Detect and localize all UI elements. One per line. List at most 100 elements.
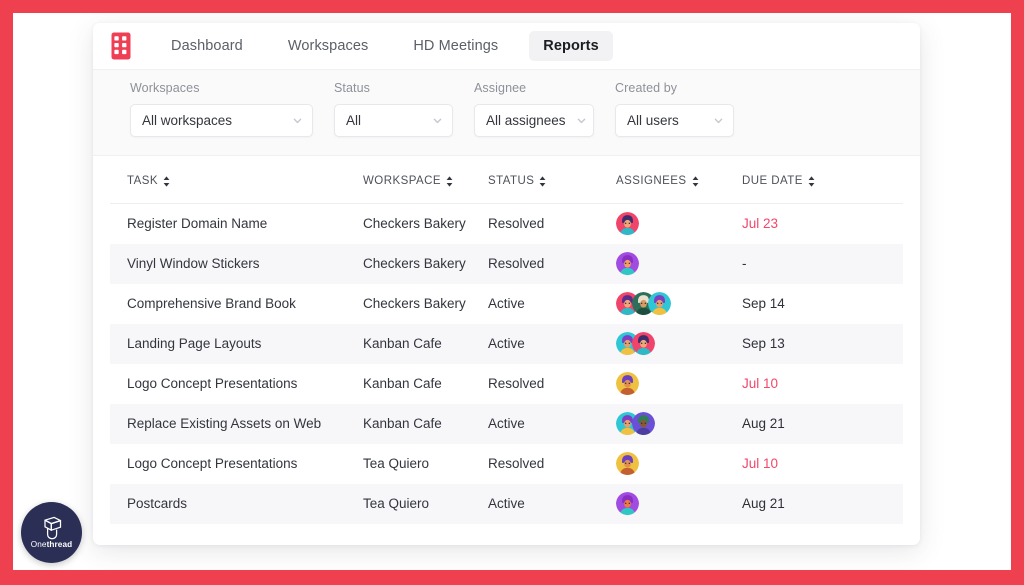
onethread-watermark-badge: Onethread: [21, 502, 82, 563]
cell-task[interactable]: Postcards: [110, 483, 363, 524]
top-navigation: Dashboard Workspaces HD Meetings Reports: [93, 23, 920, 70]
cell-assignees[interactable]: [616, 364, 742, 404]
cell-workspace: Checkers Bakery: [363, 243, 488, 284]
sort-arrows-icon[interactable]: [692, 175, 699, 187]
nav-tab-list: Dashboard Workspaces HD Meetings Reports: [157, 31, 630, 61]
filter-group-created-by: Created by All users: [615, 81, 734, 137]
cell-assignees[interactable]: [616, 323, 742, 364]
cell-task[interactable]: Logo Concept Presentations: [110, 444, 363, 484]
column-header-label-workspace: WORKSPACE: [363, 175, 441, 187]
column-header-workspace[interactable]: WORKSPACE: [363, 156, 488, 204]
nav-tab-hd-meetings[interactable]: HD Meetings: [399, 31, 512, 61]
table-row[interactable]: Vinyl Window Stickers Checkers Bakery Reso…: [110, 243, 903, 284]
cell-workspace: Kanban Cafe: [363, 323, 488, 364]
cell-status: Resolved: [488, 456, 545, 471]
avatar: [616, 252, 639, 275]
cell-workspace: Kanban Cafe: [363, 376, 442, 391]
reports-table: TASK WORKSPACE STATUS ASSIGNEES DUE DATE Reg…: [110, 156, 903, 524]
column-header-inner-status: STATUS: [488, 175, 546, 187]
onethread-wordmark: Onethread: [30, 539, 72, 549]
cell-status: Resolved: [488, 376, 545, 391]
filter-label-assignee: Assignee: [474, 81, 527, 95]
filter-value-created-by: All users: [627, 113, 679, 128]
filter-select-workspaces[interactable]: All workspaces: [130, 104, 313, 137]
column-header-inner-assignees: ASSIGNEES: [616, 175, 699, 187]
red-frame-border: Dashboard Workspaces HD Meetings Reports Wo…: [0, 0, 1024, 585]
table-row[interactable]: Comprehensive Brand Book Checkers Bakery A…: [110, 284, 903, 324]
avatar-stack: [616, 212, 742, 236]
filter-label-created-by: Created by: [615, 81, 678, 95]
cell-due-date: Sep 13: [742, 323, 903, 364]
sort-arrows-icon[interactable]: [808, 175, 815, 187]
sort-arrows-icon[interactable]: [163, 175, 170, 187]
filter-value-workspaces: All workspaces: [142, 113, 233, 128]
column-header-inner-due: DUE DATE: [742, 175, 815, 187]
cell-assignees[interactable]: [616, 444, 742, 484]
nav-tab-workspaces[interactable]: Workspaces: [274, 31, 383, 61]
avatar-stack: [616, 252, 742, 275]
cell-task[interactable]: Landing Page Layouts: [110, 323, 363, 364]
table-row[interactable]: Logo Concept Presentations Tea Quiero Reso…: [110, 444, 903, 484]
cell-due-date: -: [742, 243, 903, 284]
avatar: [616, 452, 639, 475]
table-row[interactable]: Register Domain Name Checkers Bakery Resol…: [110, 204, 903, 244]
filter-select-status[interactable]: All: [334, 104, 453, 137]
column-header-status[interactable]: STATUS: [488, 156, 616, 204]
cell-status: Resolved: [488, 243, 616, 284]
cell-assignees[interactable]: [616, 243, 742, 284]
cell-task[interactable]: Vinyl Window Stickers: [110, 243, 363, 284]
avatar: [616, 372, 639, 395]
column-header-label-due: DUE DATE: [742, 175, 803, 187]
cell-task[interactable]: Register Domain Name: [110, 204, 363, 244]
column-header-label-status: STATUS: [488, 175, 535, 187]
sort-arrows-icon[interactable]: [446, 175, 453, 187]
nav-tab-reports[interactable]: Reports: [529, 31, 613, 61]
cell-assignees[interactable]: [616, 403, 742, 444]
avatar: [616, 212, 639, 236]
table-row[interactable]: Replace Existing Assets on Web Kanban Caf…: [110, 403, 903, 444]
cell-assignees[interactable]: [616, 204, 742, 244]
sort-arrows-icon[interactable]: [539, 175, 546, 187]
cell-status: Active: [488, 296, 525, 311]
avatar: [632, 412, 655, 435]
building-grid-icon: [111, 32, 131, 60]
filter-group-assignee: Assignee All assignees: [474, 81, 594, 137]
filter-bar: Workspaces All workspaces Status All Assigne…: [93, 70, 920, 156]
avatar-stack: [616, 412, 742, 435]
column-header-task[interactable]: TASK: [110, 156, 363, 204]
cell-assignees[interactable]: [616, 284, 742, 324]
filter-label-workspaces: Workspaces: [130, 81, 200, 95]
cell-due-date: Jul 10: [742, 456, 779, 471]
cell-task[interactable]: Comprehensive Brand Book: [110, 284, 363, 324]
avatar-stack: [616, 492, 742, 515]
table-row[interactable]: Postcards Tea Quiero Active Aug 21: [110, 483, 903, 524]
cell-status: Active: [488, 403, 616, 444]
table-row[interactable]: Landing Page Layouts Kanban Cafe Active Sep…: [110, 323, 903, 364]
cell-workspace: Tea Quiero: [363, 483, 488, 524]
cell-workspace: Tea Quiero: [363, 456, 430, 471]
wordmark-light: One: [30, 539, 47, 549]
avatar-stack: [616, 372, 742, 395]
cell-assignees[interactable]: [616, 483, 742, 524]
onethread-cube-icon: [43, 516, 61, 540]
table-head: TASK WORKSPACE STATUS ASSIGNEES DUE DATE: [110, 156, 903, 204]
chevron-down-icon: [433, 118, 442, 124]
cell-due-date: Jul 10: [742, 376, 779, 391]
column-header-label-task: TASK: [127, 175, 158, 187]
table-row[interactable]: Logo Concept Presentations Kanban Cafe Res…: [110, 364, 903, 404]
nav-tab-dashboard[interactable]: Dashboard: [157, 31, 257, 61]
column-header-due[interactable]: DUE DATE: [742, 156, 903, 204]
reports-table-container: TASK WORKSPACE STATUS ASSIGNEES DUE DATE Reg…: [93, 156, 920, 524]
column-header-label-assignees: ASSIGNEES: [616, 175, 687, 187]
column-header-assignees[interactable]: ASSIGNEES: [616, 156, 742, 204]
cell-task[interactable]: Replace Existing Assets on Web: [110, 403, 363, 444]
filter-select-created-by[interactable]: All users: [615, 104, 734, 137]
cell-status: Resolved: [488, 216, 545, 232]
avatar-stack: [616, 292, 742, 315]
cell-due-date: Aug 21: [742, 483, 903, 524]
filter-value-status: All: [346, 113, 362, 128]
cell-due-date: Jul 23: [742, 216, 779, 232]
cell-due-date: Sep 14: [742, 296, 785, 311]
cell-task[interactable]: Logo Concept Presentations: [110, 364, 363, 404]
filter-select-assignee[interactable]: All assignees: [474, 104, 594, 137]
